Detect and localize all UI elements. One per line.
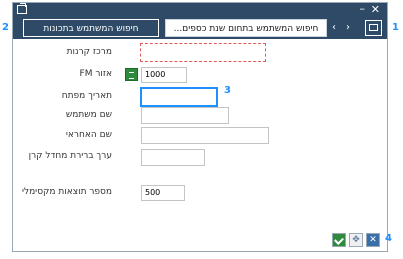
minimize-icon[interactable]: – (360, 3, 366, 15)
action-bar: ✥ ✕ (331, 233, 381, 249)
window-icon (17, 3, 27, 14)
title-bar: – ✕ (13, 3, 387, 17)
key-date-label: תאריך מפתח (61, 91, 112, 101)
fm-area-input[interactable]: 1000 (141, 67, 187, 83)
cost-center-input[interactable] (140, 43, 266, 62)
fund-default-label: ערך ברירת מחדל קרן (28, 151, 112, 161)
move-icon[interactable]: ✥ (349, 233, 363, 247)
callout-3: 3 (224, 85, 231, 96)
callout-2: 2 (2, 22, 9, 33)
fund-default-input[interactable] (141, 149, 205, 166)
dialog-window: – ✕ חיפוש המשתמש בתכונות ...חיפוש המשתמש… (12, 2, 388, 252)
cost-center-label: מרכז קרנות (66, 47, 112, 57)
matchcode-icon[interactable] (125, 68, 138, 81)
max-results-input[interactable]: 500 (141, 185, 185, 201)
username-label: שם משתמש (65, 110, 112, 120)
tab-user-search-fiscal-area[interactable]: ...חיפוש המשתמש בתחום שנת כספים (165, 19, 327, 37)
fm-area-label: אזור FM (79, 69, 112, 79)
callout-4: 4 (385, 233, 392, 244)
tab-user-search-attributes[interactable]: חיפוש המשתמש בתכונות (23, 19, 159, 37)
max-results-label: מספר תוצאות מקסימלי (21, 187, 112, 197)
chevron-right-icon[interactable]: › (343, 21, 353, 35)
tab-strip: חיפוש המשתמש בתכונות ...חיפוש המשתמש בתח… (13, 17, 387, 39)
responsible-label: שם האחראי (65, 130, 112, 140)
chevron-left-icon[interactable]: ‹ (329, 21, 339, 35)
folder-icon[interactable] (365, 20, 382, 36)
folder-glyph (369, 24, 378, 31)
key-date-input[interactable] (140, 87, 218, 107)
responsible-input[interactable] (141, 127, 269, 144)
username-input[interactable] (141, 107, 229, 124)
cancel-close-icon[interactable]: ✕ (366, 233, 380, 247)
callout-1: 1 (392, 22, 399, 33)
close-icon[interactable]: ✕ (371, 3, 380, 16)
check-icon[interactable] (332, 233, 346, 247)
